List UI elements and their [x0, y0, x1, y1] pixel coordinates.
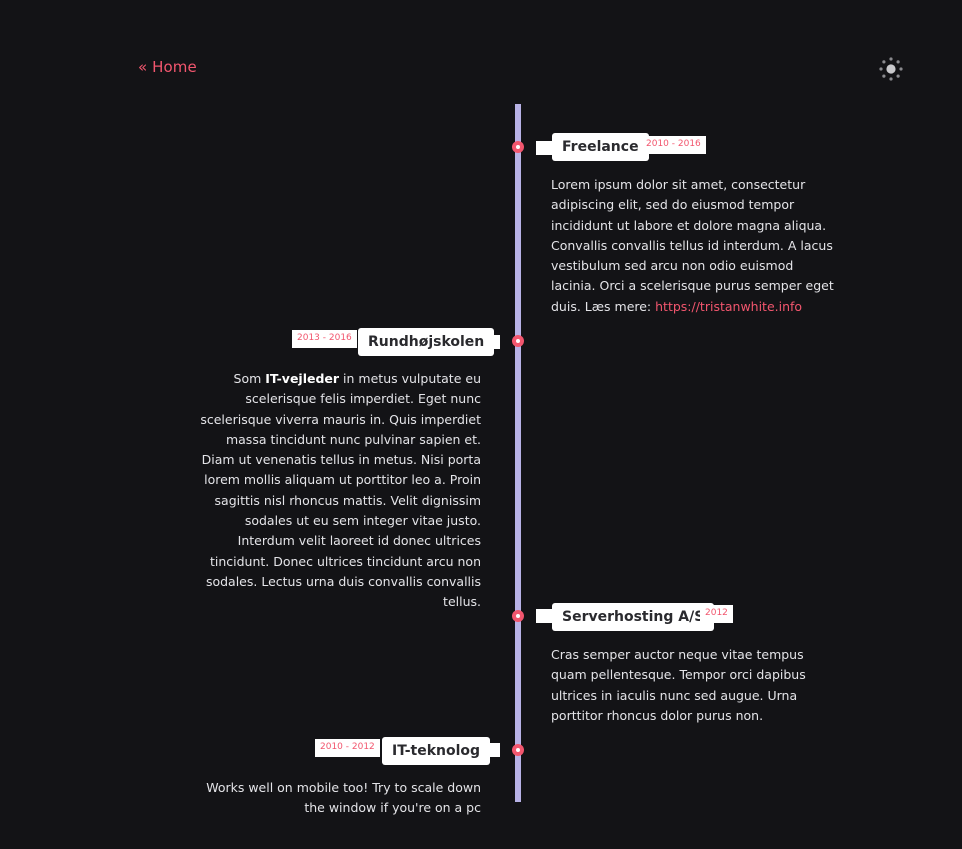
- timeline-dot: [512, 335, 524, 347]
- entry-title-rundhojskolen: Rundhøjskolen: [358, 328, 495, 356]
- timeline-dot: [512, 141, 524, 153]
- website-link[interactable]: https://tristanwhite.info: [655, 299, 802, 314]
- entry-dates-it-teknolog: 2010 - 2012: [315, 739, 380, 757]
- entry-title-serverhosting: Serverhosting A/S: [552, 603, 715, 631]
- sun-icon: [879, 57, 903, 81]
- description-text: in metus vulputate eu scelerisque felis …: [200, 371, 481, 610]
- entry-description-freelance: Lorem ipsum dolor sit amet, consectetur …: [551, 175, 841, 317]
- entry-description-it-teknolog: Works well on mobile too! Try to scale d…: [206, 780, 481, 816]
- entry-title-freelance: Freelance: [552, 133, 649, 161]
- description-text: Lorem ipsum dolor sit amet, consectetur …: [551, 177, 834, 314]
- job-role: IT-vejleder: [265, 371, 340, 386]
- timeline-dot: [512, 610, 524, 622]
- entry-dates-rundhojskolen: 2013 - 2016: [292, 330, 357, 348]
- timeline-line: [515, 104, 521, 802]
- entry-dates-serverhosting: 2012: [700, 605, 733, 623]
- entry-title-it-teknolog: IT-teknolog: [382, 737, 491, 765]
- entry-description-serverhosting: Cras semper auctor neque vitae tempus qu…: [551, 647, 806, 723]
- entry-dates-freelance: 2010 - 2016: [641, 136, 706, 154]
- timeline-dot: [512, 744, 524, 756]
- theme-toggle-button[interactable]: [878, 56, 904, 82]
- entry-description-rundhojskolen: Som IT-vejleder in metus vulputate eu sc…: [196, 369, 481, 613]
- description-prefix: Som: [233, 371, 266, 386]
- home-link[interactable]: « Home: [138, 58, 197, 76]
